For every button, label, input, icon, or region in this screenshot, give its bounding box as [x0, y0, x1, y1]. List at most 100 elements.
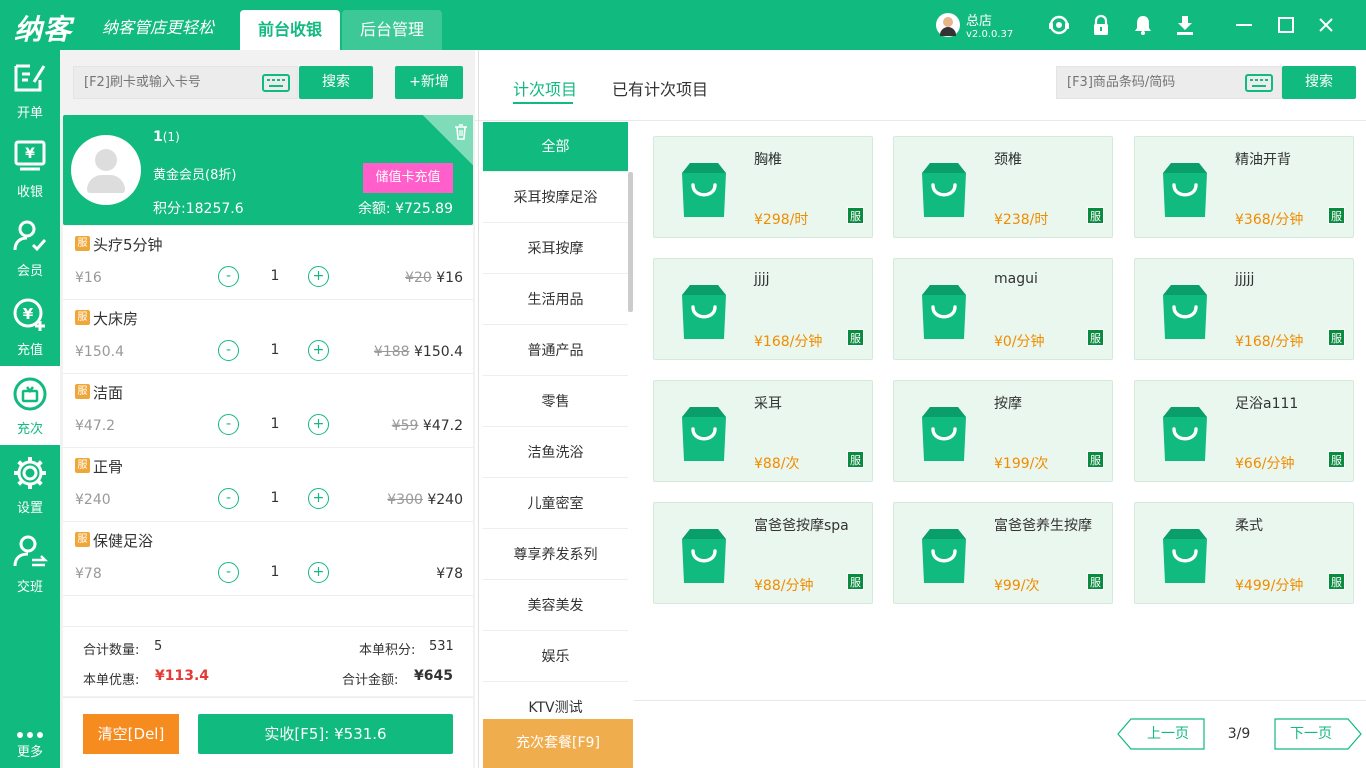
decrease-button[interactable]: -	[218, 414, 239, 435]
sidebar-item-more[interactable]: 更多	[0, 715, 60, 768]
list-item[interactable]: 服 头疗5分钟 ¥16 - 1 + ¥20 ¥16	[63, 226, 473, 300]
item-qty[interactable]: 1	[263, 416, 287, 432]
clear-button[interactable]: 清空[Del]	[83, 714, 179, 754]
category-item[interactable]: KTV测试	[483, 683, 628, 719]
trash-icon[interactable]	[454, 124, 468, 140]
increase-button[interactable]: +	[308, 414, 329, 435]
sidebar-item-shift[interactable]: 交班	[0, 524, 60, 603]
category-scrollbar[interactable]	[628, 172, 633, 312]
item-final-price: ¥240	[427, 492, 463, 508]
maximize-icon[interactable]	[1276, 15, 1296, 35]
add-member-button[interactable]: +新增	[395, 66, 463, 99]
member-balance: 余额: ¥725.89	[357, 201, 453, 217]
card-number-input[interactable]	[74, 67, 259, 98]
category-item[interactable]: 美容美发	[483, 581, 628, 631]
category-item[interactable]: 儿童密室	[483, 479, 628, 529]
product-name: 采耳	[754, 396, 782, 412]
item-qty[interactable]: 1	[263, 268, 287, 284]
product-search-button[interactable]: 搜索	[1282, 66, 1356, 99]
sidebar-item-label: 会员	[16, 264, 43, 279]
list-item[interactable]: 服 保健足浴 ¥78 - 1 + ¥78	[63, 522, 473, 596]
member-points: 积分:18257.6	[153, 201, 244, 217]
increase-button[interactable]: +	[308, 562, 329, 583]
category-item[interactable]: 娱乐	[483, 632, 628, 682]
shopping-bag-icon	[922, 529, 966, 583]
pay-button[interactable]: 实收[F5]: ¥531.6	[198, 714, 453, 754]
category-item[interactable]: 采耳按摩足浴	[483, 173, 628, 223]
sidebar-item-open-order[interactable]: 开单	[0, 50, 60, 129]
item-price: ¥16	[75, 270, 102, 286]
category-item[interactable]: 全部	[483, 122, 628, 172]
tab-front-desk[interactable]: 前台收银	[240, 10, 340, 50]
download-icon[interactable]	[1174, 14, 1196, 36]
product-card[interactable]: 精油开背 ¥368/分钟 服	[1134, 136, 1354, 238]
product-card[interactable]: 颈椎 ¥238/时 服	[893, 136, 1113, 238]
prev-page-label[interactable]: 上一页	[1131, 718, 1205, 750]
product-search-input[interactable]	[1057, 67, 1242, 98]
sidebar-item-label: 充次	[16, 422, 43, 437]
sidebar-item-recharge[interactable]: ¥ 充值	[0, 287, 60, 366]
decrease-button[interactable]: -	[218, 562, 239, 583]
member-card: 1(1) 黄金会员(8折) 积分:18257.6 储值卡充值 余额: ¥725.…	[63, 115, 473, 225]
support-icon[interactable]	[1048, 14, 1070, 36]
product-card[interactable]: 富爸爸养生按摩 ¥99/次 服	[893, 502, 1113, 604]
item-qty[interactable]: 1	[263, 564, 287, 580]
stored-card-recharge-button[interactable]: 储值卡充值	[363, 163, 453, 193]
lock-icon[interactable]	[1090, 14, 1112, 36]
minimize-icon[interactable]	[1234, 15, 1254, 35]
tab-back-office[interactable]: 后台管理	[342, 10, 442, 50]
discount-amount: ¥113.4	[155, 668, 210, 684]
decrease-button[interactable]: -	[218, 488, 239, 509]
shopping-bag-icon	[682, 529, 726, 583]
product-name: jjjj	[754, 271, 770, 287]
category-item[interactable]: 采耳按摩	[483, 224, 628, 274]
keyboard-icon[interactable]	[1245, 74, 1273, 92]
product-price: ¥88/次	[754, 456, 800, 472]
product-card[interactable]: 按摩 ¥199/次 服	[893, 380, 1113, 482]
sidebar-item-member[interactable]: 会员	[0, 208, 60, 287]
increase-button[interactable]: +	[308, 488, 329, 509]
sidebar-item-settings[interactable]: 设置	[0, 445, 60, 524]
service-badge: 服	[1328, 451, 1345, 468]
keyboard-icon[interactable]	[262, 74, 290, 92]
category-item[interactable]: 生活用品	[483, 275, 628, 325]
category-item[interactable]: 洁鱼洗浴	[483, 428, 628, 478]
svg-text:¥: ¥	[25, 146, 35, 162]
card-search-button[interactable]: 搜索	[299, 66, 373, 99]
count-package-button[interactable]: 充次套餐[F9]	[483, 719, 633, 768]
product-card[interactable]: jjjjj ¥168/分钟 服	[1134, 258, 1354, 360]
list-item[interactable]: 服 大床房 ¥150.4 - 1 + ¥188 ¥150.4	[63, 300, 473, 374]
user-name: 总店	[966, 14, 993, 29]
product-card[interactable]: 采耳 ¥88/次 服	[653, 380, 873, 482]
sidebar-item-count-recharge[interactable]: 充次	[0, 366, 60, 445]
product-card[interactable]: jjjj ¥168/分钟 服	[653, 258, 873, 360]
tab-count-items[interactable]: 计次项目	[513, 76, 577, 100]
category-item[interactable]: 尊享养发系列	[483, 530, 628, 580]
product-card[interactable]: 足浴a111 ¥66/分钟 服	[1134, 380, 1354, 482]
item-qty[interactable]: 1	[263, 342, 287, 358]
category-item[interactable]: 普通产品	[483, 326, 628, 376]
close-icon[interactable]	[1316, 15, 1336, 35]
list-item[interactable]: 服 正骨 ¥240 - 1 + ¥300 ¥240	[63, 448, 473, 522]
service-badge: 服	[847, 573, 864, 590]
increase-button[interactable]: +	[308, 266, 329, 287]
decrease-button[interactable]: -	[218, 340, 239, 361]
category-item[interactable]: 零售	[483, 377, 628, 427]
product-card[interactable]: 柔式 ¥499/分钟 服	[1134, 502, 1354, 604]
product-price: ¥168/分钟	[754, 334, 823, 350]
product-card[interactable]: magui ¥0/分钟 服	[893, 258, 1113, 360]
bell-icon[interactable]	[1132, 14, 1154, 36]
product-card[interactable]: 富爸爸按摩spa ¥88/分钟 服	[653, 502, 873, 604]
item-qty[interactable]: 1	[263, 490, 287, 506]
shopping-bag-icon	[682, 163, 726, 217]
next-page-label[interactable]: 下一页	[1274, 718, 1348, 750]
increase-button[interactable]: +	[308, 340, 329, 361]
decrease-button[interactable]: -	[218, 266, 239, 287]
sidebar-item-cashier[interactable]: ¥ 收银	[0, 129, 60, 208]
list-item[interactable]: 服 洁面 ¥47.2 - 1 + ¥59 ¥47.2	[63, 374, 473, 448]
shopping-bag-icon	[1163, 407, 1207, 461]
product-card[interactable]: 胸椎 ¥298/时 服	[653, 136, 873, 238]
recharge-icon: ¥	[13, 298, 45, 331]
tab-existing-count-items[interactable]: 已有计次项目	[612, 76, 708, 100]
item-total: ¥78	[436, 566, 463, 582]
